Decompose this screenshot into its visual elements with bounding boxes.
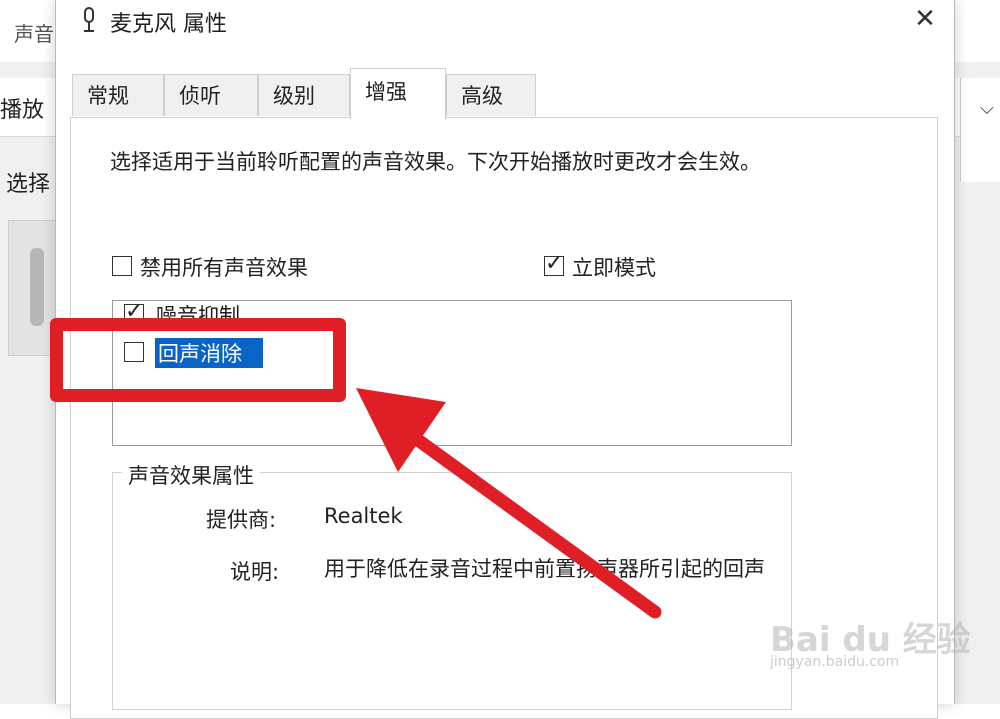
arrow-shaft <box>411 433 662 619</box>
annotation-arrow <box>356 388 662 619</box>
arrow-head <box>356 388 446 472</box>
tab-enhancements[interactable]: 增强 <box>350 68 446 120</box>
